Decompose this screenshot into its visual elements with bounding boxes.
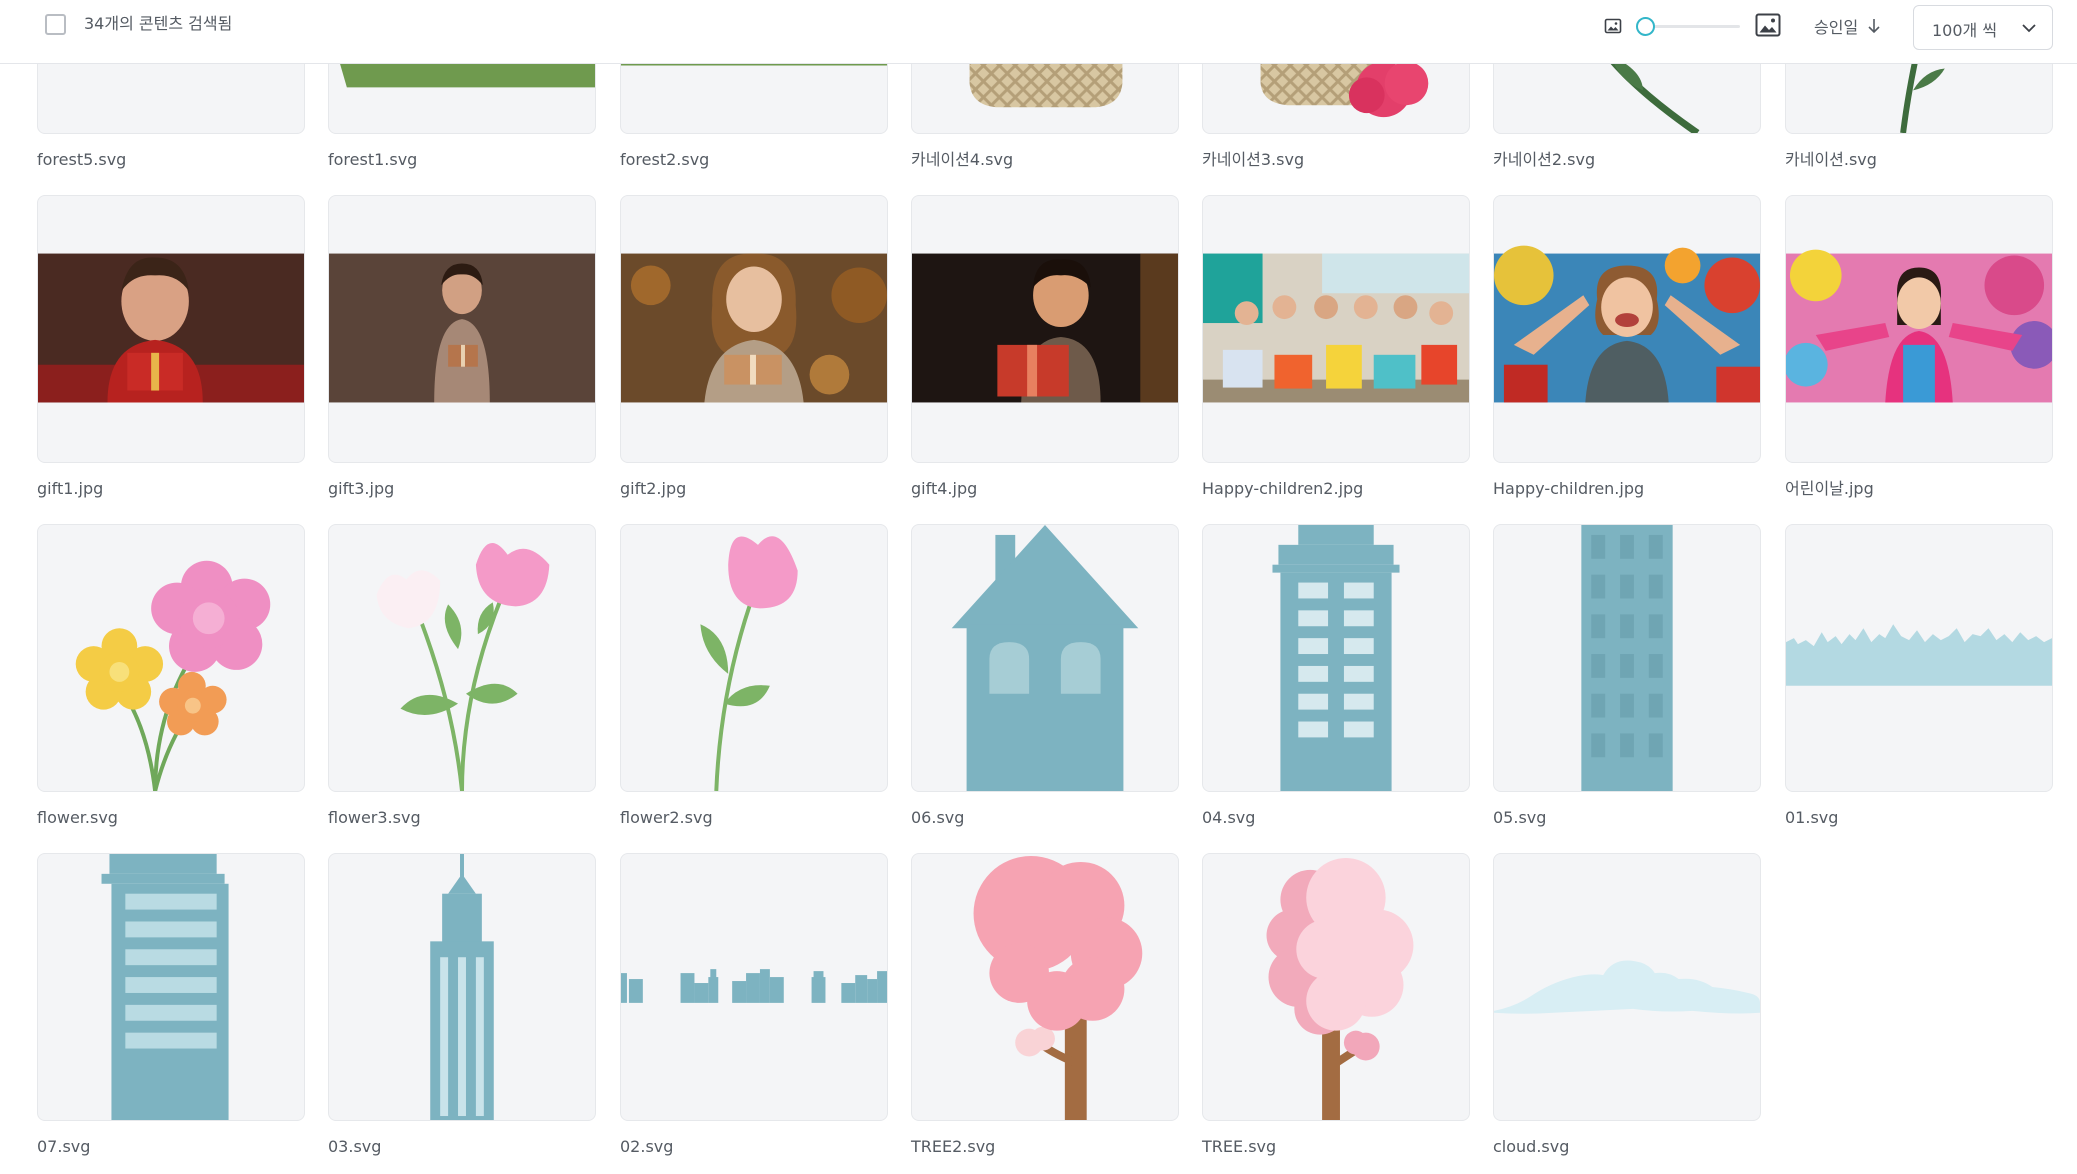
file-name: TREE2.svg [911, 1137, 996, 1156]
file-name: forest2.svg [620, 150, 710, 169]
file-name: gift1.jpg [37, 479, 104, 498]
file-name: flower.svg [37, 808, 118, 827]
page-size-select[interactable]: 100개 씩 [1913, 5, 2053, 50]
file-name: 07.svg [37, 1137, 91, 1156]
result-count: 34개의 콘텐츠 검색됨 [84, 14, 233, 33]
file-name: TREE.svg [1202, 1137, 1277, 1156]
thumbnail[interactable] [37, 524, 305, 792]
toolbar: 34개의 콘텐츠 검색됨 승인일 100개 씩 [0, 0, 2077, 64]
file-name: gift3.jpg [328, 479, 395, 498]
chevron-down-icon [2022, 24, 2036, 33]
file-name: Happy-children.jpg [1493, 479, 1645, 498]
file-name: gift2.jpg [620, 479, 687, 498]
thumbnail[interactable] [1785, 195, 2053, 463]
thumbnail[interactable] [328, 524, 596, 792]
file-name: 06.svg [911, 808, 965, 827]
file-name: forest5.svg [37, 150, 127, 169]
file-name: 03.svg [328, 1137, 382, 1156]
thumbnail[interactable] [328, 853, 596, 1121]
sort-label: 승인일 [1814, 18, 1859, 37]
arrow-down-icon [1868, 19, 1880, 34]
file-name: forest1.svg [328, 150, 418, 169]
file-name: Happy-children2.jpg [1202, 479, 1364, 498]
thumbnail[interactable] [620, 853, 888, 1121]
file-name: 카네이션.svg [1785, 150, 1877, 169]
file-name: flower2.svg [620, 808, 713, 827]
file-name: gift4.jpg [911, 479, 978, 498]
file-name: 01.svg [1785, 808, 1839, 827]
thumbnail[interactable] [1785, 524, 2053, 792]
thumbnail-size-slider[interactable] [1636, 16, 1742, 36]
content-grid: forest5.svg forest1.svg forest2.svg 카네이션… [0, 0, 2077, 1174]
thumbnail[interactable] [1202, 195, 1470, 463]
thumbnail[interactable] [1493, 853, 1761, 1121]
thumbnail[interactable] [1202, 853, 1470, 1121]
select-all-checkbox[interactable] [45, 14, 66, 35]
sort-button[interactable]: 승인일 [1814, 14, 1882, 38]
slider-track[interactable] [1644, 25, 1740, 28]
file-name: 카네이션4.svg [911, 150, 1014, 169]
page-size-value: 100개 씩 [1932, 21, 1998, 40]
thumbnail[interactable] [620, 195, 888, 463]
file-name: cloud.svg [1493, 1137, 1570, 1156]
thumbnail[interactable] [620, 524, 888, 792]
thumbnail[interactable] [37, 853, 305, 1121]
file-name: flower3.svg [328, 808, 421, 827]
large-thumbnail-icon[interactable] [1755, 13, 1781, 37]
thumbnail[interactable] [1493, 195, 1761, 463]
thumbnail[interactable] [1493, 524, 1761, 792]
file-name: 02.svg [620, 1137, 674, 1156]
file-name: 카네이션2.svg [1493, 150, 1596, 169]
thumbnail[interactable] [1202, 524, 1470, 792]
file-name: 05.svg [1493, 808, 1547, 827]
thumbnail[interactable] [911, 195, 1179, 463]
slider-thumb[interactable] [1636, 17, 1655, 36]
file-name: 어린이날.jpg [1785, 479, 1874, 498]
thumbnail[interactable] [37, 195, 305, 463]
thumbnail[interactable] [911, 853, 1179, 1121]
file-name: 카네이션3.svg [1202, 150, 1305, 169]
small-thumbnail-icon[interactable] [1604, 18, 1622, 34]
thumbnail[interactable] [911, 524, 1179, 792]
thumbnail[interactable] [328, 195, 596, 463]
file-name: 04.svg [1202, 808, 1256, 827]
